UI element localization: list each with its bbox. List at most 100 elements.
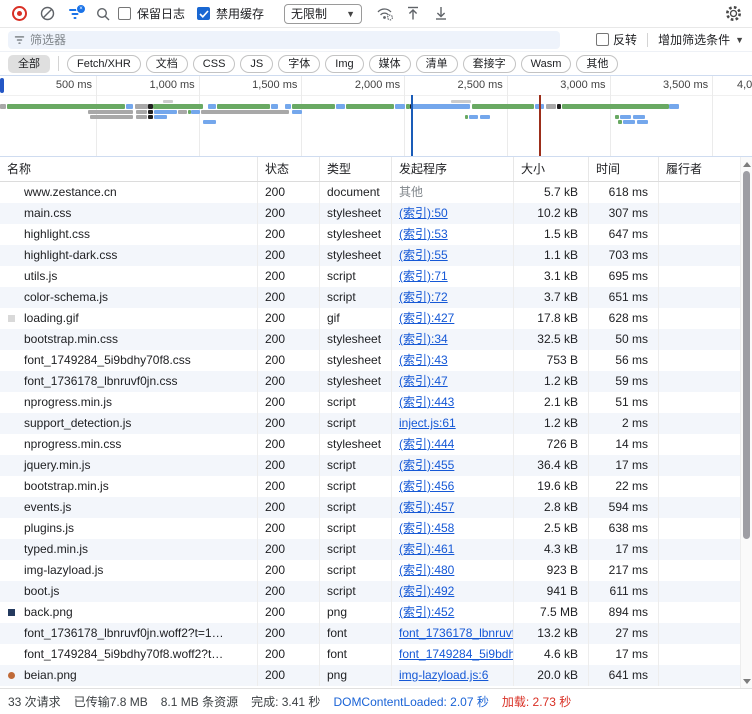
request-row[interactable]: bootstrap.min.js200script(索引):45619.6 kB… [0, 476, 740, 497]
request-row[interactable]: support_detection.js200scriptinject.js:6… [0, 413, 740, 434]
initiator-link[interactable]: (索引):444 [399, 437, 454, 451]
scroll-down-button[interactable] [741, 675, 752, 687]
chip-清单[interactable]: 清单 [416, 55, 458, 73]
request-row[interactable]: nprogress.min.css200stylesheet(索引):44472… [0, 434, 740, 455]
invert-filter-control[interactable]: 反转 [596, 31, 637, 48]
column-header-type[interactable]: 类型 [320, 157, 392, 181]
column-header-initiator[interactable]: 发起程序 [392, 157, 514, 181]
request-row[interactable]: highlight.css200stylesheet(索引):531.5 kB6… [0, 224, 740, 245]
more-filters-button[interactable]: 增加筛选条件 ▼ [658, 31, 744, 48]
request-row[interactable]: boot.js200script(索引):492941 B611 ms [0, 581, 740, 602]
clear-button[interactable] [34, 2, 60, 26]
initiator-link[interactable]: (索引):53 [399, 227, 448, 241]
chip-字体[interactable]: 字体 [278, 55, 320, 73]
invert-checkbox[interactable] [596, 33, 609, 46]
initiator-link[interactable]: (索引):455 [399, 458, 454, 472]
column-header-fulfilled-by[interactable]: 履行者 [659, 157, 740, 181]
initiator-link[interactable]: (索引):443 [399, 395, 454, 409]
request-name: font_1749284_5i9bdhy70f8.woff2?t… [0, 644, 258, 665]
request-row[interactable]: bootstrap.min.css200stylesheet(索引):3432.… [0, 329, 740, 350]
initiator-link[interactable]: (索引):427 [399, 311, 454, 325]
settings-button[interactable] [720, 2, 746, 26]
initiator-link[interactable]: img-lazyload.js:6 [399, 668, 488, 682]
request-row[interactable]: jquery.min.js200script(索引):45536.4 kB17 … [0, 455, 740, 476]
export-har-button[interactable] [428, 2, 454, 26]
chip-套接字[interactable]: 套接字 [463, 55, 516, 73]
initiator-link[interactable]: (索引):50 [399, 206, 448, 220]
scroll-down-icon [743, 679, 751, 684]
request-row[interactable]: font_1749284_5i9bdhy70f8.css200styleshee… [0, 350, 740, 371]
request-row[interactable]: utils.js200script(索引):713.1 kB695 ms [0, 266, 740, 287]
throttling-select[interactable]: 无限制 ▼ [284, 4, 362, 24]
initiator-link[interactable]: (索引):456 [399, 479, 454, 493]
filter-toggle-button[interactable]: × [62, 2, 88, 26]
chip-CSS[interactable]: CSS [193, 55, 236, 73]
request-row[interactable]: img-lazyload.js200script(索引):480923 B217… [0, 560, 740, 581]
chip-文档[interactable]: 文档 [146, 55, 188, 73]
scroll-up-button[interactable] [741, 158, 752, 170]
preserve-log-label[interactable]: 保留日志 [137, 5, 185, 22]
chip-Fetch/XHR[interactable]: Fetch/XHR [67, 55, 141, 73]
request-status: 200 [258, 665, 320, 686]
vertical-scrollbar[interactable] [740, 157, 752, 688]
request-row[interactable]: main.css200stylesheet(索引):5010.2 kB307 m… [0, 203, 740, 224]
request-row[interactable]: typed.min.js200script(索引):4614.3 kB17 ms [0, 539, 740, 560]
column-header-time[interactable]: 时间 [589, 157, 659, 181]
timeline-left-handle[interactable] [0, 78, 4, 93]
initiator-link[interactable]: (索引):457 [399, 500, 454, 514]
import-har-button[interactable] [400, 2, 426, 26]
request-row[interactable]: events.js200script(索引):4572.8 kB594 ms [0, 497, 740, 518]
request-row[interactable]: loading.gif200gif(索引):42717.8 kB628 ms [0, 308, 740, 329]
chip-媒体[interactable]: 媒体 [369, 55, 411, 73]
timeline-overview[interactable]: 500 ms1,000 ms1,500 ms2,000 ms2,500 ms3,… [0, 76, 752, 157]
record-button[interactable] [6, 2, 32, 26]
disable-cache-label[interactable]: 禁用缓存 [216, 5, 264, 22]
initiator-link[interactable]: inject.js:61 [399, 416, 456, 430]
initiator-link[interactable]: (索引):55 [399, 248, 448, 262]
request-row[interactable]: highlight-dark.css200stylesheet(索引):551.… [0, 245, 740, 266]
column-header-name[interactable]: 名称 [0, 157, 258, 181]
request-size: 1.1 kB [514, 245, 589, 266]
request-row[interactable]: color-schema.js200script(索引):723.7 kB651… [0, 287, 740, 308]
request-row[interactable]: font_1736178_lbnruvf0jn.css200stylesheet… [0, 371, 740, 392]
initiator-link[interactable]: (索引):458 [399, 521, 454, 535]
initiator-link[interactable]: (索引):492 [399, 584, 454, 598]
request-row[interactable]: plugins.js200script(索引):4582.5 kB638 ms [0, 518, 740, 539]
chip-全部[interactable]: 全部 [8, 55, 50, 73]
request-name: typed.min.js [0, 539, 258, 560]
initiator-link[interactable]: font_1736178_lbnruvf0jn.woff2 [399, 626, 514, 640]
request-size: 2.1 kB [514, 392, 589, 413]
request-initiator: (索引):71 [392, 266, 514, 287]
initiator-link[interactable]: (索引):71 [399, 269, 448, 283]
column-header-size[interactable]: 大小 [514, 157, 589, 181]
request-row[interactable]: nprogress.min.js200script(索引):4432.1 kB5… [0, 392, 740, 413]
preserve-log-checkbox[interactable] [118, 7, 131, 20]
initiator-link[interactable]: font_1749284_5i9bdhy70f8.woff2 [399, 647, 514, 661]
initiator-link[interactable]: (索引):47 [399, 374, 448, 388]
invert-label[interactable]: 反转 [613, 31, 637, 48]
request-name: back.png [0, 602, 258, 623]
request-row[interactable]: back.png200png(索引):4527.5 MB894 ms [0, 602, 740, 623]
column-header-status[interactable]: 状态 [258, 157, 320, 181]
chip-其他[interactable]: 其他 [576, 55, 618, 73]
initiator-link[interactable]: (索引):461 [399, 542, 454, 556]
chip-Wasm[interactable]: Wasm [521, 55, 572, 73]
initiator-link[interactable]: (索引):72 [399, 290, 448, 304]
request-row[interactable]: font_1749284_5i9bdhy70f8.woff2?t…200font… [0, 644, 740, 665]
initiator-link[interactable]: (索引):43 [399, 353, 448, 367]
filter-input[interactable]: 筛选器 [8, 31, 560, 49]
disable-cache-checkbox[interactable] [197, 7, 210, 20]
request-row[interactable]: www.zestance.cn200document其他5.7 kB618 ms [0, 182, 740, 203]
request-row[interactable]: beian.png200pngimg-lazyload.js:620.0 kB6… [0, 665, 740, 686]
checkmark-icon [199, 10, 209, 18]
request-row[interactable]: font_1736178_lbnruvf0jn.woff2?t=1…200fon… [0, 623, 740, 644]
chip-JS[interactable]: JS [240, 55, 273, 73]
initiator-link[interactable]: (索引):480 [399, 563, 454, 577]
search-button[interactable] [90, 2, 116, 26]
initiator-link[interactable]: (索引):452 [399, 605, 454, 619]
network-conditions-button[interactable] [372, 2, 398, 26]
initiator-link[interactable]: (索引):34 [399, 332, 448, 346]
chip-Img[interactable]: Img [325, 55, 363, 73]
request-type: png [320, 602, 392, 623]
scrollbar-thumb[interactable] [743, 171, 750, 539]
